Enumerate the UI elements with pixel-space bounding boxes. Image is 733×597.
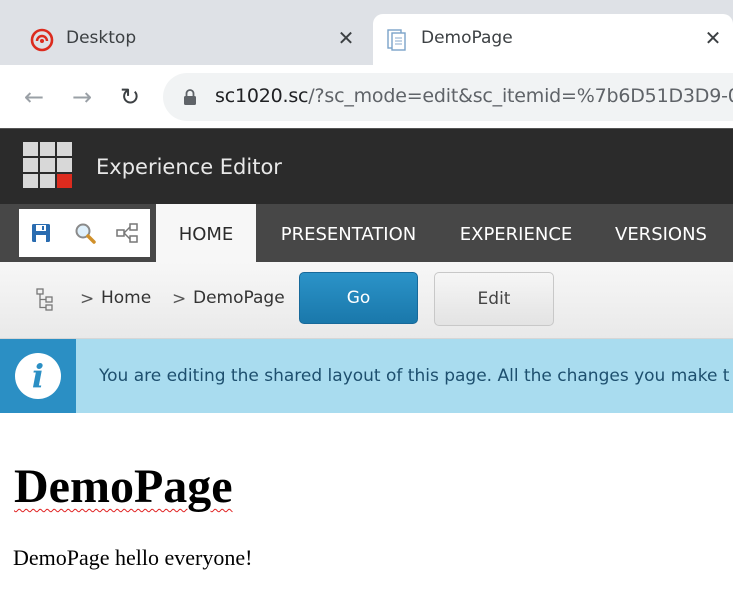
info-icon-container: i bbox=[0, 339, 76, 413]
tab-demopage[interactable]: DemoPage ✕ bbox=[373, 14, 733, 65]
breadcrumb-item-home[interactable]: Home bbox=[101, 288, 151, 308]
content-tree-icon[interactable] bbox=[35, 287, 55, 311]
save-icon[interactable] bbox=[29, 221, 53, 245]
tab-presentation[interactable]: PRESENTATION bbox=[270, 204, 427, 262]
reload-icon[interactable]: ↻ bbox=[115, 82, 145, 112]
address-bar[interactable]: sc1020.sc/?sc_mode=edit&sc_itemid=%7b6D5… bbox=[163, 73, 733, 121]
lock-icon bbox=[184, 89, 196, 105]
experience-editor-header: Experience Editor bbox=[0, 128, 733, 205]
tab-desktop[interactable]: Desktop ✕ bbox=[18, 14, 366, 65]
url-text: sc1020.sc/?sc_mode=edit&sc_itemid=%7b6D5… bbox=[215, 85, 733, 107]
breadcrumb-item-demopage[interactable]: DemoPage bbox=[193, 288, 285, 308]
search-icon[interactable] bbox=[73, 221, 97, 245]
tab-experience[interactable]: EXPERIENCE bbox=[452, 204, 580, 262]
url-path: /?sc_mode=edit&sc_itemid=%7b6D51D3D9-01 bbox=[308, 85, 733, 107]
tab-versions[interactable]: VERSIONS bbox=[606, 204, 716, 262]
browser-tab-strip: Desktop ✕ DemoPage ✕ bbox=[0, 0, 733, 65]
tab-title-desktop: Desktop bbox=[66, 28, 137, 48]
app-launcher-icon[interactable] bbox=[23, 142, 73, 190]
back-arrow-icon[interactable]: ← bbox=[19, 82, 49, 112]
edit-button[interactable]: Edit bbox=[434, 272, 554, 326]
ribbon-tab-bar: HOME PRESENTATION EXPERIENCE VERSIONS bbox=[0, 204, 733, 262]
page-heading[interactable]: DemoPage bbox=[14, 457, 233, 517]
info-icon: i bbox=[15, 353, 61, 399]
forward-arrow-icon[interactable]: → bbox=[67, 82, 97, 112]
chevron-right-icon: > bbox=[172, 289, 187, 309]
chevron-right-icon: > bbox=[80, 289, 95, 309]
info-banner: i You are editing the shared layout of t… bbox=[0, 339, 733, 413]
tab-title-demopage: DemoPage bbox=[421, 28, 513, 48]
app-title: Experience Editor bbox=[96, 155, 282, 179]
close-icon[interactable]: ✕ bbox=[701, 26, 725, 50]
close-icon[interactable]: ✕ bbox=[334, 26, 358, 50]
info-message: You are editing the shared layout of thi… bbox=[99, 366, 730, 386]
browser-toolbar: ← → ↻ sc1020.sc/?sc_mode=edit&sc_itemid=… bbox=[0, 65, 733, 128]
sitecore-logo-icon bbox=[30, 28, 54, 52]
page-body-text[interactable]: DemoPage hello everyone! bbox=[13, 545, 252, 571]
url-host: sc1020.sc bbox=[215, 85, 309, 107]
quick-access-toolbar bbox=[19, 209, 150, 257]
tab-home[interactable]: HOME bbox=[156, 204, 256, 262]
document-icon bbox=[387, 29, 406, 51]
navigate-icon[interactable] bbox=[115, 221, 139, 245]
breadcrumb: > Home > DemoPage Go Edit bbox=[0, 262, 733, 339]
go-button[interactable]: Go bbox=[299, 272, 418, 324]
